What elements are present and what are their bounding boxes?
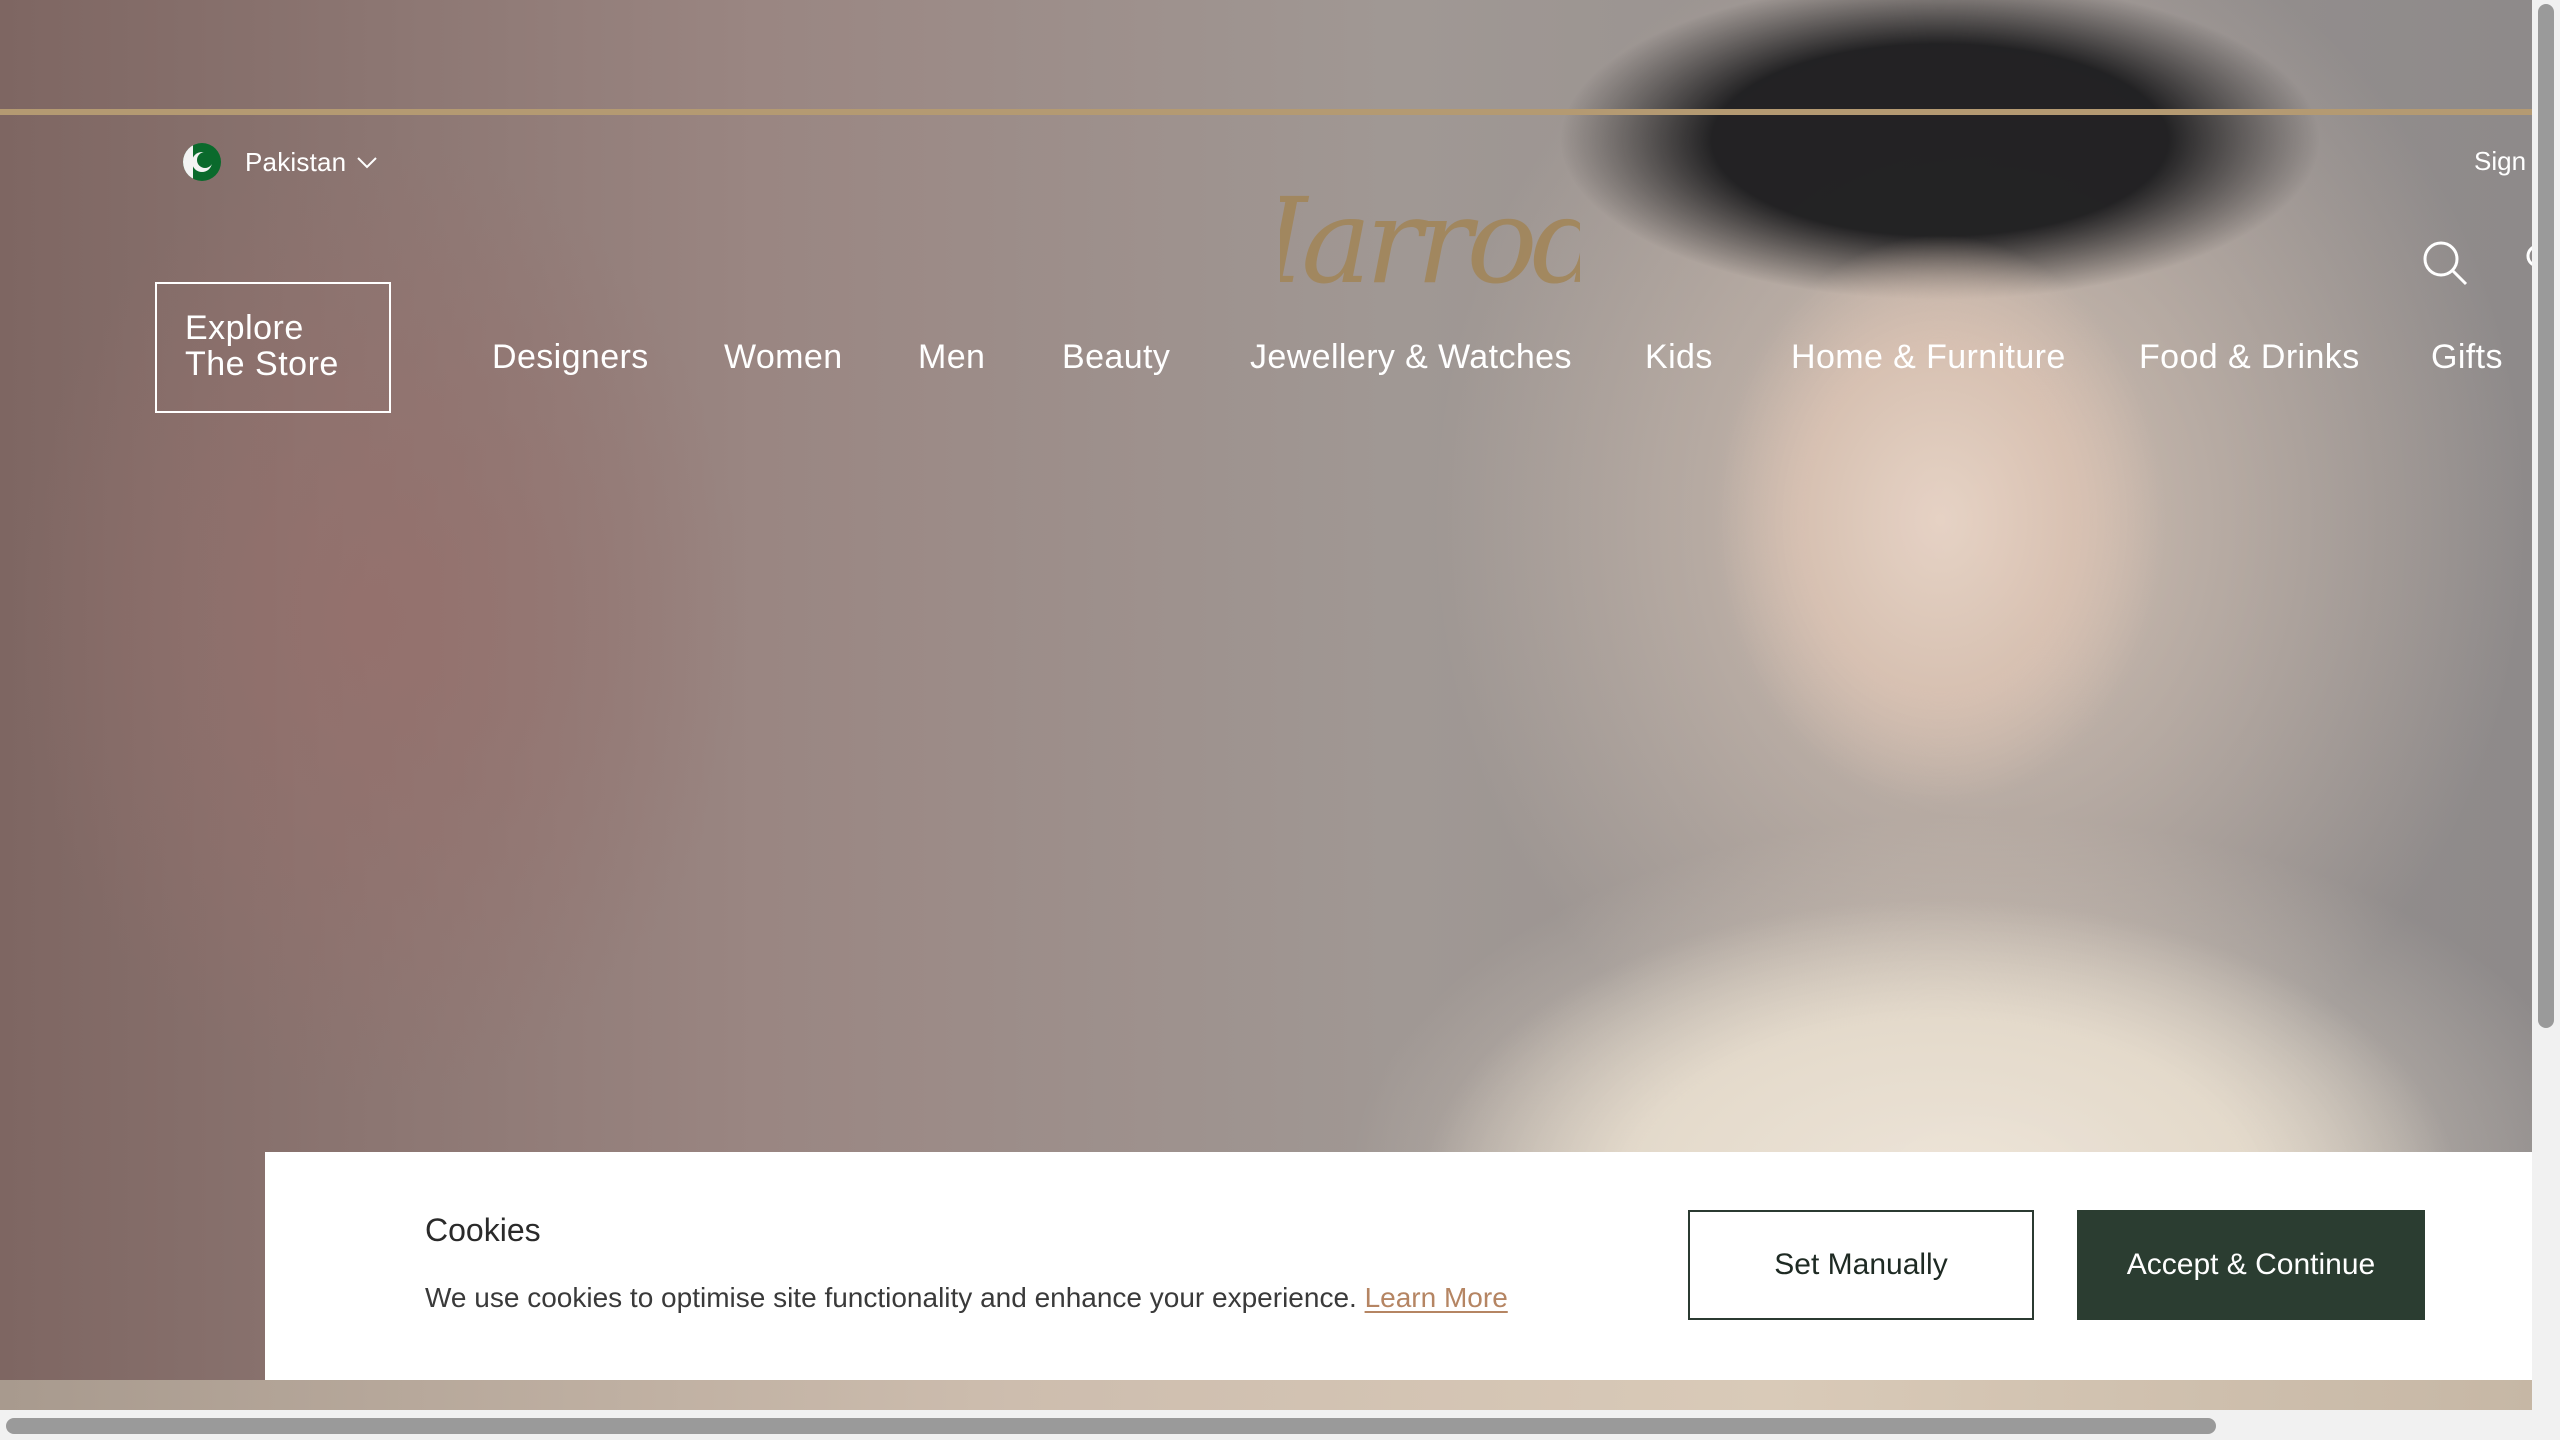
- country-label: Pakistan: [245, 146, 347, 177]
- pakistan-flag-icon: [183, 143, 221, 181]
- svg-text:Harrods: Harrods: [1280, 172, 1580, 310]
- nav-item-beauty[interactable]: Beauty: [1062, 338, 1170, 377]
- nav-item-men[interactable]: Men: [918, 338, 985, 377]
- nav-item-jewellery-watches[interactable]: Jewellery & Watches: [1250, 338, 1572, 377]
- nav-item-women[interactable]: Women: [724, 338, 843, 377]
- nav-item-kids[interactable]: Kids: [1645, 338, 1713, 377]
- learn-more-link[interactable]: Learn More: [1365, 1282, 1508, 1313]
- main-navigation: Designers Women Men Beauty Jewellery & W…: [0, 338, 2532, 394]
- accept-continue-button[interactable]: Accept & Continue: [2077, 1210, 2425, 1320]
- vertical-scrollbar-thumb[interactable]: [2538, 4, 2554, 1028]
- horizontal-scrollbar-thumb[interactable]: [6, 1418, 2216, 1434]
- nav-item-home-furniture[interactable]: Home & Furniture: [1791, 338, 2066, 377]
- sign-in-link[interactable]: Sign i: [2474, 146, 2539, 177]
- harrods-logo[interactable]: Harrods: [1280, 170, 1580, 310]
- vertical-scrollbar[interactable]: [2532, 0, 2560, 1418]
- cookie-message-text: We use cookies to optimise site function…: [425, 1282, 1357, 1313]
- nav-item-designers[interactable]: Designers: [492, 338, 649, 377]
- content-preview-strip: [0, 1380, 2532, 1410]
- set-manually-button[interactable]: Set Manually: [1688, 1210, 2034, 1320]
- country-selector[interactable]: Pakistan: [183, 142, 378, 182]
- chevron-down-icon: [357, 157, 378, 169]
- nav-item-food-drinks[interactable]: Food & Drinks: [2139, 338, 2360, 377]
- horizontal-scrollbar[interactable]: [0, 1410, 2560, 1440]
- header-gold-rule: [0, 109, 2532, 115]
- cookie-title: Cookies: [425, 1212, 541, 1248]
- search-icon[interactable]: [2420, 238, 2470, 288]
- nav-item-gifts[interactable]: Gifts: [2431, 338, 2503, 377]
- page: Pakistan Sign i Harrods Explore The Stor…: [0, 0, 2560, 1440]
- cookie-message: We use cookies to optimise site function…: [425, 1282, 1508, 1314]
- cookie-banner: Cookies We use cookies to optimise site …: [265, 1152, 2532, 1380]
